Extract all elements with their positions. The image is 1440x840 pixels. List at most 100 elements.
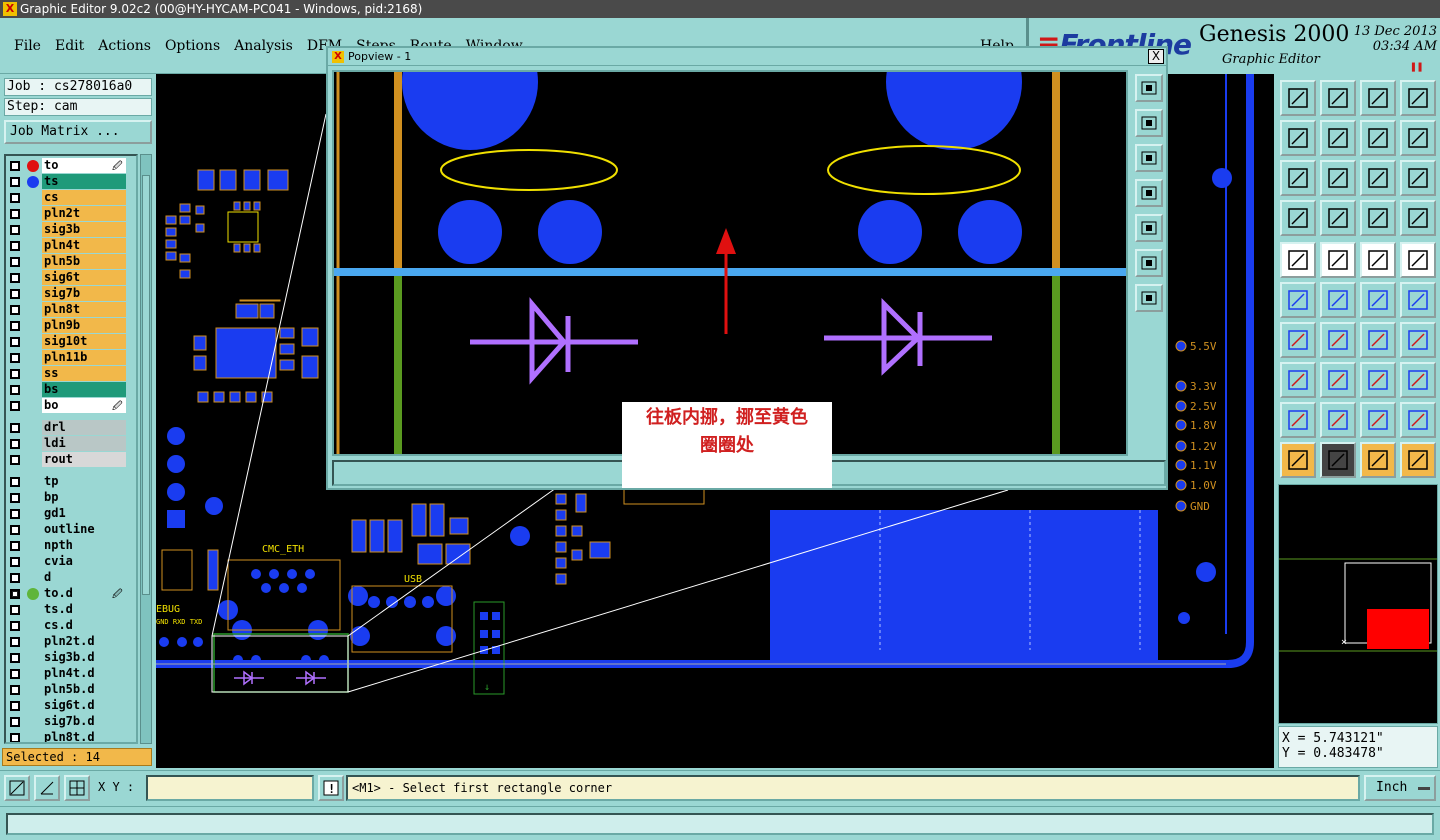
layer-checkbox[interactable] <box>10 241 20 251</box>
layer-colors-tool-button[interactable] <box>1400 200 1436 236</box>
layer-name[interactable]: drl <box>42 420 126 435</box>
zoom-center-tool-button[interactable] <box>1320 160 1356 196</box>
layer-row-pln8t-d[interactable]: pln8t.d <box>6 730 136 742</box>
popview-close-button[interactable]: X <box>1148 49 1164 64</box>
menu-options[interactable]: Options <box>165 38 220 54</box>
select-area-tool-button[interactable] <box>1320 242 1356 278</box>
layer-name[interactable]: npth <box>42 538 126 553</box>
layer-checkbox[interactable] <box>10 717 20 727</box>
layer-checkbox[interactable] <box>10 621 20 631</box>
layer-row-pln5b-d[interactable]: pln5b.d <box>6 682 136 698</box>
layer-row-ss[interactable]: ss <box>6 366 136 382</box>
help-tool-button[interactable] <box>1400 160 1436 196</box>
zoom-home-button[interactable] <box>1135 74 1163 102</box>
layer-name[interactable]: pln2t <box>42 206 126 221</box>
layer-row-pln4t[interactable]: pln4t <box>6 238 136 254</box>
layer-down-tool-button[interactable] <box>1320 80 1356 116</box>
layer-checkbox[interactable] <box>10 541 20 551</box>
scroll-thumb[interactable] <box>142 175 150 595</box>
layer-checkbox[interactable] <box>10 439 20 449</box>
net-tool-button[interactable] <box>1400 442 1436 478</box>
layer-checkbox[interactable] <box>10 161 20 171</box>
layer-row-sig6t[interactable]: sig6t <box>6 270 136 286</box>
grid-tool-button[interactable] <box>1320 200 1356 236</box>
menu-edit[interactable]: Edit <box>55 38 84 54</box>
layer-checkbox[interactable] <box>10 305 20 315</box>
layer-checkbox[interactable] <box>10 637 20 647</box>
zoom-reset-button[interactable] <box>1135 284 1163 312</box>
layer-row-to[interactable]: to 🖉 <box>6 158 136 174</box>
layer-name[interactable]: sig6t.d <box>42 698 126 713</box>
fit-screen-tool-button[interactable] <box>1280 160 1316 196</box>
layer-row-gd1[interactable]: gd1 <box>6 506 136 522</box>
layer-name[interactable]: pln2t.d <box>42 634 126 649</box>
layer-name[interactable]: outline <box>42 522 126 537</box>
tools-tool-button[interactable] <box>1280 200 1316 236</box>
layer-row-ts-d[interactable]: ts.d <box>6 602 136 618</box>
layer-name[interactable]: tp <box>42 474 126 489</box>
layer-row-d[interactable]: d <box>6 570 136 586</box>
layer-name[interactable]: sig3b <box>42 222 126 237</box>
layer-row-cs-d[interactable]: cs.d <box>6 618 136 634</box>
layer-checkbox[interactable] <box>10 273 20 283</box>
layer-row-outline[interactable]: outline <box>6 522 136 538</box>
route-tool-button[interactable] <box>1400 282 1436 318</box>
draw-arc-tool-button[interactable] <box>1320 322 1356 358</box>
layer-checkbox[interactable] <box>10 337 20 347</box>
layer-name[interactable]: ts.d <box>42 602 126 617</box>
layer-name[interactable]: pln8t.d <box>42 730 126 742</box>
triangle-tool-button[interactable] <box>1280 402 1316 438</box>
layer-checkbox[interactable] <box>10 477 20 487</box>
layer-row-sig10t[interactable]: sig10t <box>6 334 136 350</box>
popview-canvas[interactable] <box>332 70 1128 456</box>
layer-checkbox[interactable] <box>10 455 20 465</box>
layer-name[interactable]: pln4t <box>42 238 126 253</box>
layer-name[interactable]: sig6t <box>42 270 126 285</box>
window-tool-button[interactable] <box>1400 80 1436 116</box>
menu-file[interactable]: File <box>14 38 41 54</box>
layer-name[interactable]: pln8t <box>42 302 126 317</box>
bus-tool-button[interactable] <box>1400 322 1436 358</box>
layer-row-sig7b[interactable]: sig7b <box>6 286 136 302</box>
draw-line-tool-button[interactable] <box>1280 322 1316 358</box>
layer-row-cvia[interactable]: cvia <box>6 554 136 570</box>
layer-checkbox[interactable] <box>10 369 20 379</box>
connect-tool-button[interactable] <box>1280 282 1316 318</box>
layer-checkbox[interactable] <box>10 321 20 331</box>
home-tool-button[interactable] <box>1360 80 1396 116</box>
layer-checkbox[interactable] <box>10 257 20 267</box>
layer-name[interactable]: cs <box>42 190 126 205</box>
xy-input[interactable] <box>146 775 314 801</box>
overview-panel[interactable]: × <box>1278 484 1438 724</box>
layer-row-drl[interactable]: drl <box>6 420 136 436</box>
zoom-in-button[interactable] <box>1135 109 1163 137</box>
move-pad-tool-button[interactable] <box>1360 282 1396 318</box>
layer-row-bo[interactable]: bo 🖉 <box>6 398 136 414</box>
layer-checkbox[interactable] <box>10 289 20 299</box>
layer-name[interactable]: pln4t.d <box>42 666 126 681</box>
select-pad-tool-button[interactable] <box>1280 242 1316 278</box>
layer-row-sig6t-d[interactable]: sig6t.d <box>6 698 136 714</box>
pointer-active-tool-button[interactable] <box>1320 442 1356 478</box>
layer-checkbox[interactable] <box>10 605 20 615</box>
layer-row-bs[interactable]: bs <box>6 382 136 398</box>
layer-checkbox[interactable] <box>10 669 20 679</box>
layer-name[interactable]: pln5b <box>42 254 126 269</box>
layer-row-tp[interactable]: tp <box>6 474 136 490</box>
pointer-alt-tool-button[interactable] <box>1360 442 1396 478</box>
layer-name[interactable]: cs.d <box>42 618 126 633</box>
layer-checkbox[interactable] <box>10 653 20 663</box>
menu-analysis[interactable]: Analysis <box>234 38 293 54</box>
grid-mode-button[interactable] <box>64 775 90 801</box>
layer-checkbox[interactable] <box>10 225 20 235</box>
mirror-tool-button[interactable] <box>1360 120 1396 156</box>
layer-row-bp[interactable]: bp <box>6 490 136 506</box>
layer-row-ts[interactable]: ts <box>6 174 136 190</box>
pan-left-button[interactable] <box>1135 179 1163 207</box>
fit-button[interactable] <box>1135 249 1163 277</box>
layer-checkbox[interactable] <box>10 493 20 503</box>
layer-row-pln9b[interactable]: pln9b <box>6 318 136 334</box>
layer-checkbox[interactable] <box>10 209 20 219</box>
layer-name[interactable]: sig7b.d <box>42 714 126 729</box>
rotate-tool-button[interactable] <box>1360 322 1396 358</box>
